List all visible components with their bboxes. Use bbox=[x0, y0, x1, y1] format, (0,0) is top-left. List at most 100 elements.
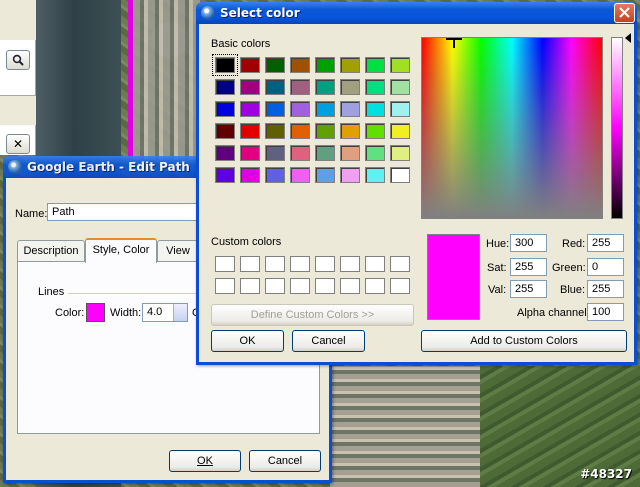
red-label: Red: bbox=[562, 238, 586, 250]
tab-description[interactable]: Description bbox=[17, 240, 85, 262]
custom-color-swatch[interactable] bbox=[290, 256, 310, 272]
basic-color-swatch[interactable] bbox=[315, 57, 335, 73]
select-ok-button[interactable]: OK bbox=[211, 330, 284, 352]
basic-color-swatch[interactable] bbox=[340, 101, 360, 117]
custom-color-swatch[interactable] bbox=[340, 278, 360, 294]
basic-color-swatch[interactable] bbox=[315, 123, 335, 139]
select-ok-label: OK bbox=[239, 335, 256, 347]
custom-color-swatch[interactable] bbox=[265, 278, 285, 294]
width-spin-buttons[interactable] bbox=[173, 304, 187, 321]
custom-color-swatch[interactable] bbox=[390, 278, 410, 294]
basic-color-swatch[interactable] bbox=[212, 54, 238, 76]
basic-color-swatch[interactable] bbox=[215, 101, 235, 117]
basic-color-swatch[interactable] bbox=[240, 79, 260, 95]
green-label: Green: bbox=[552, 262, 586, 274]
tab-view[interactable]: View bbox=[157, 240, 199, 262]
basic-color-swatch[interactable] bbox=[265, 145, 285, 161]
basic-color-swatch[interactable] bbox=[265, 79, 285, 95]
basic-color-swatch[interactable] bbox=[390, 167, 410, 183]
basic-color-swatch[interactable] bbox=[265, 167, 285, 183]
basic-color-swatch[interactable] bbox=[215, 79, 235, 95]
basic-color-swatch[interactable] bbox=[340, 79, 360, 95]
custom-color-swatch[interactable] bbox=[365, 256, 385, 272]
custom-color-swatch[interactable] bbox=[215, 256, 235, 272]
basic-color-swatch[interactable] bbox=[290, 145, 310, 161]
select-color-titlebar[interactable]: Select color bbox=[196, 2, 637, 24]
basic-color-swatch[interactable] bbox=[365, 79, 385, 95]
red-input[interactable]: 255 bbox=[587, 234, 624, 252]
basic-color-swatch[interactable] bbox=[265, 57, 285, 73]
custom-color-swatch[interactable] bbox=[340, 256, 360, 272]
basic-color-swatch[interactable] bbox=[390, 79, 410, 95]
custom-color-swatch[interactable] bbox=[265, 256, 285, 272]
blue-input[interactable]: 255 bbox=[587, 280, 624, 298]
side-panel-divider bbox=[0, 95, 36, 125]
basic-color-swatch[interactable] bbox=[340, 123, 360, 139]
basic-color-swatch[interactable] bbox=[240, 57, 260, 73]
google-earth-icon bbox=[8, 160, 22, 174]
custom-color-swatch[interactable] bbox=[315, 278, 335, 294]
val-input[interactable]: 255 bbox=[510, 280, 547, 298]
add-to-custom-colors-button[interactable]: Add to Custom Colors bbox=[421, 330, 627, 352]
basic-color-swatch[interactable] bbox=[365, 123, 385, 139]
basic-color-swatch[interactable] bbox=[340, 145, 360, 161]
tab-style-color[interactable]: Style, Color bbox=[85, 238, 157, 263]
basic-color-swatch[interactable] bbox=[365, 145, 385, 161]
custom-color-swatch[interactable] bbox=[215, 278, 235, 294]
basic-color-swatch[interactable] bbox=[390, 123, 410, 139]
custom-color-swatch[interactable] bbox=[290, 278, 310, 294]
basic-color-swatch[interactable] bbox=[240, 167, 260, 183]
basic-color-swatch[interactable] bbox=[315, 167, 335, 183]
basic-color-swatch[interactable] bbox=[215, 123, 235, 139]
basic-color-swatch[interactable] bbox=[340, 57, 360, 73]
green-input[interactable]: 0 bbox=[587, 258, 624, 276]
basic-color-swatch[interactable] bbox=[240, 101, 260, 117]
basic-color-swatch[interactable] bbox=[290, 57, 310, 73]
color-spectrum[interactable] bbox=[421, 37, 603, 219]
basic-color-swatch[interactable] bbox=[315, 101, 335, 117]
basic-color-swatch[interactable] bbox=[265, 101, 285, 117]
define-custom-colors-button[interactable]: Define Custom Colors >> bbox=[211, 304, 414, 326]
basic-color-swatch[interactable] bbox=[290, 79, 310, 95]
basic-color-swatch[interactable] bbox=[390, 57, 410, 73]
luminosity-slider[interactable] bbox=[611, 37, 623, 219]
select-cancel-button[interactable]: Cancel bbox=[292, 330, 365, 352]
basic-color-swatch[interactable] bbox=[215, 167, 235, 183]
basic-color-swatch[interactable] bbox=[365, 57, 385, 73]
basic-color-swatch[interactable] bbox=[240, 145, 260, 161]
watermark: #48327 bbox=[580, 467, 632, 481]
basic-color-swatch[interactable] bbox=[365, 167, 385, 183]
custom-color-swatch[interactable] bbox=[240, 278, 260, 294]
basic-color-swatch[interactable] bbox=[240, 123, 260, 139]
basic-color-swatch[interactable] bbox=[315, 145, 335, 161]
search-button[interactable] bbox=[6, 50, 30, 70]
basic-color-swatch[interactable] bbox=[290, 123, 310, 139]
close-window-button[interactable] bbox=[614, 3, 635, 23]
luminosity-pointer-icon[interactable] bbox=[625, 33, 631, 43]
basic-color-swatch[interactable] bbox=[390, 145, 410, 161]
basic-color-swatch[interactable] bbox=[265, 123, 285, 139]
color-label: Color: bbox=[55, 307, 85, 319]
width-stepper[interactable]: 4.0 bbox=[142, 303, 188, 322]
basic-color-swatch[interactable] bbox=[315, 79, 335, 95]
hue-input[interactable]: 300 bbox=[510, 234, 547, 252]
ok-button[interactable]: OK bbox=[169, 450, 241, 472]
line-color-swatch[interactable] bbox=[86, 303, 105, 322]
custom-color-swatch[interactable] bbox=[315, 256, 335, 272]
alpha-input[interactable]: 100 bbox=[587, 303, 624, 321]
side-panel: ✕ bbox=[0, 0, 36, 155]
map-buildings bbox=[133, 0, 203, 160]
basic-color-swatch[interactable] bbox=[365, 101, 385, 117]
basic-color-swatch[interactable] bbox=[290, 167, 310, 183]
cancel-button[interactable]: Cancel bbox=[249, 450, 321, 472]
hue-label: Hue: bbox=[486, 238, 510, 250]
custom-color-swatch[interactable] bbox=[390, 256, 410, 272]
sat-input[interactable]: 255 bbox=[510, 258, 547, 276]
custom-color-swatch[interactable] bbox=[240, 256, 260, 272]
custom-color-swatch[interactable] bbox=[365, 278, 385, 294]
close-panel-button[interactable]: ✕ bbox=[6, 134, 30, 154]
basic-color-swatch[interactable] bbox=[215, 145, 235, 161]
basic-color-swatch[interactable] bbox=[390, 101, 410, 117]
basic-color-swatch[interactable] bbox=[290, 101, 310, 117]
basic-color-swatch[interactable] bbox=[340, 167, 360, 183]
